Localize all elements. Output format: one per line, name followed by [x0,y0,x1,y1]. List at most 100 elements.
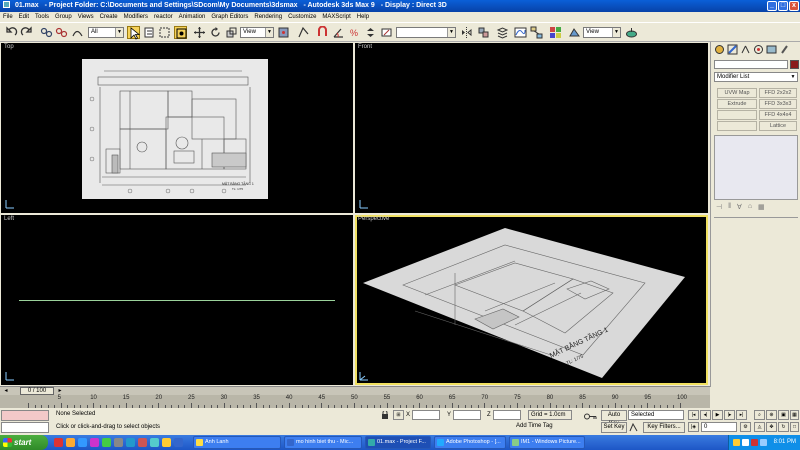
move-icon[interactable] [193,26,206,39]
close-button[interactable]: x [789,1,799,11]
snap-toggle-icon[interactable] [316,25,329,39]
key-filters-button[interactable]: Key Filters... [643,422,685,433]
menu-group[interactable]: Group [55,12,72,22]
quicklaunch-icon[interactable] [66,438,75,447]
key-mode-icon[interactable] [629,423,638,432]
track-bar[interactable]: 5 10 15 20 25 30 35 40 45 50 55 60 65 70 75 80 85 90 95 100 [0,395,710,408]
edit-named-selection-icon[interactable] [380,26,393,39]
lock-selection-icon[interactable] [381,411,389,419]
angle-snap-icon[interactable] [332,26,345,39]
absolute-mode-icon[interactable]: ⊞ [393,410,404,420]
tray-icon[interactable] [742,439,749,446]
y-coordinate-field[interactable] [453,410,481,420]
region-select-icon[interactable] [158,26,171,39]
menu-edit[interactable]: Edit [19,12,29,22]
reference-coordinate-dropdown[interactable]: View ▼ [240,27,274,38]
maximize-button[interactable]: □ [778,1,788,11]
maximize-viewport-icon[interactable]: □ [790,422,799,432]
taskbar-item-anh-lanh[interactable]: Anh Lanh [193,436,281,449]
select-manipulate-icon[interactable] [297,26,310,39]
object-color-swatch[interactable] [790,60,799,69]
select-link-icon[interactable] [40,26,53,39]
quicklaunch-icon[interactable] [138,438,147,447]
key-selection-dropdown[interactable]: Selected [628,410,684,420]
menu-graph-editors[interactable]: Graph Editors [211,12,248,22]
motion-tab-icon[interactable] [753,44,764,55]
menu-animation[interactable]: Animation [179,12,206,22]
zoom-all-icon[interactable]: ⊕ [766,410,777,420]
quicklaunch-icon[interactable] [174,438,183,447]
add-time-tag-button[interactable]: Add Time Tag [516,422,568,433]
time-slider[interactable]: ◂ 0 / 100 ▸ [0,386,710,395]
desktop-icon[interactable] [126,438,135,447]
taskbar-item-3dsmax[interactable]: 01.max - Project F... [365,436,431,449]
quick-render-icon[interactable] [625,26,638,39]
menu-maxscript[interactable]: MAXScript [322,12,350,22]
align-icon[interactable] [477,26,490,39]
extrude-button[interactable]: Extrude [717,99,757,109]
menu-file[interactable]: File [3,12,13,22]
arc-rotate-icon[interactable]: ↻ [778,422,789,432]
redo-icon[interactable] [20,26,33,39]
layer-manager-icon[interactable] [496,26,509,39]
select-object-icon[interactable] [127,26,141,40]
start-button[interactable]: start [0,435,48,450]
display-tab-icon[interactable] [766,44,777,55]
key-mode-toggle-icon[interactable]: |◈ [688,422,699,432]
menu-views[interactable]: Views [78,12,94,22]
modify-tab-icon[interactable] [727,44,738,55]
pivot-center-icon[interactable] [277,26,290,39]
tray-icon[interactable] [751,439,758,446]
render-setup-icon[interactable] [568,26,581,39]
time-configuration-icon[interactable]: ⚙ [740,422,751,432]
menu-tools[interactable]: Tools [35,12,49,22]
quicklaunch-icon[interactable] [150,438,159,447]
pin-stack-icon[interactable]: ⊣ [716,203,722,213]
quicklaunch-icon[interactable] [54,438,63,447]
rotate-icon[interactable] [209,26,222,39]
quicklaunch-icon[interactable] [102,438,111,447]
tray-icon[interactable] [733,439,740,446]
play-icon[interactable]: ▶ [712,410,723,420]
viewport-perspective[interactable]: Perspective MẶT BẰNG TẦNG 1 TL: 1/75 [355,215,708,385]
time-slider-thumb[interactable]: 0 / 100 [20,387,54,395]
show-end-result-icon[interactable]: ‖ [728,203,731,213]
ffd-3x3x3-button[interactable]: FFD 3x3x3 [759,99,797,109]
modifier-list-dropdown[interactable]: Modifier List ▼ [714,72,798,82]
set-key-button[interactable]: Set Key [601,422,627,433]
remove-modifier-icon[interactable]: ⌂ [748,203,752,213]
z-coordinate-field[interactable] [493,410,521,420]
window-crossing-icon[interactable] [174,26,187,39]
quicklaunch-icon[interactable] [114,438,123,447]
ffd-4x4x4-button[interactable]: FFD 4x4x4 [759,110,797,120]
percent-snap-icon[interactable]: % [348,26,361,39]
named-selection-dropdown[interactable]: ▼ [396,27,456,38]
spinner-snap-icon[interactable] [364,26,377,39]
menu-create[interactable]: Create [100,12,118,22]
quicklaunch-icon[interactable] [162,438,171,447]
tray-icon[interactable] [760,439,767,446]
hierarchy-tab-icon[interactable] [740,44,751,55]
taskbar-item-picture-viewer[interactable]: IM1 - Windows Picture... [509,436,585,449]
maxscript-listener-bottom[interactable] [1,422,49,433]
menu-reactor[interactable]: reactor [154,12,173,22]
material-editor-icon[interactable] [549,26,562,39]
viewport-left[interactable]: Left [1,215,353,385]
next-frame-arrow[interactable]: ▸ [56,387,64,395]
set-key-mode-icon[interactable] [584,412,597,421]
scale-icon[interactable] [225,26,238,39]
schematic-view-icon[interactable] [530,26,543,39]
auto-key-button[interactable]: Auto Key [601,410,627,427]
lattice-button[interactable]: Lattice [759,121,797,131]
unlink-icon[interactable] [55,26,68,39]
bind-space-warp-icon[interactable] [71,26,84,39]
field-of-view-icon[interactable]: ◬ [754,422,765,432]
select-by-name-icon[interactable] [143,26,156,39]
menu-help[interactable]: Help [357,12,369,22]
render-type-dropdown[interactable]: View ▼ [583,27,621,38]
maxscript-listener-top[interactable] [1,410,49,421]
uvw-map-button[interactable]: UVW Map [717,88,757,98]
taskbar-item-photoshop[interactable]: Adobe Photoshop - [... [434,436,506,449]
minimize-button[interactable]: _ [767,1,777,11]
viewport-front[interactable]: Front [355,43,708,213]
